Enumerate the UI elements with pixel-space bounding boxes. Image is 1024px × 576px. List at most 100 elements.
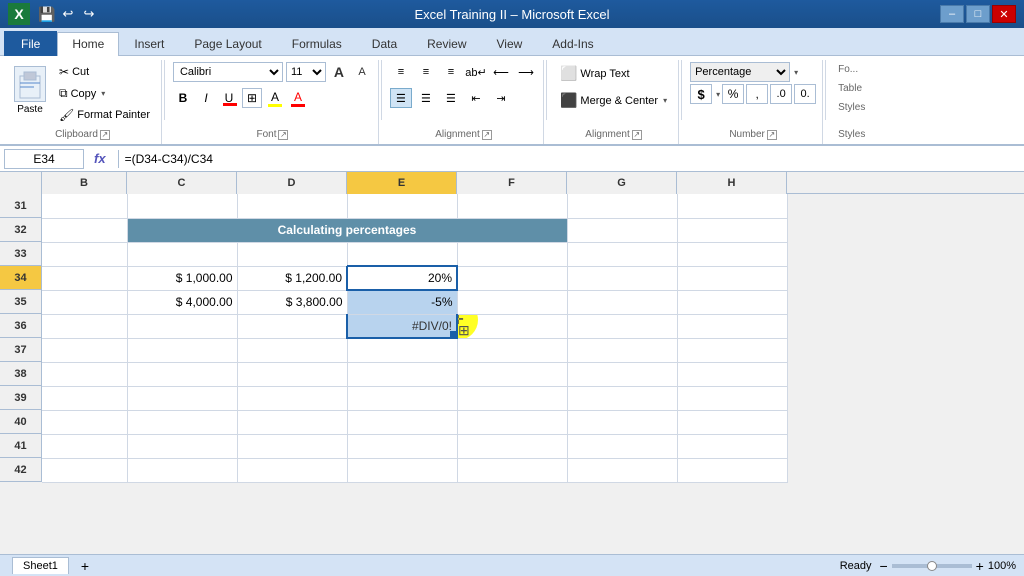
- cell-d36[interactable]: [237, 314, 347, 338]
- align-left-button[interactable]: ☰: [390, 88, 412, 108]
- cell-d37[interactable]: [237, 338, 347, 362]
- orientation-button[interactable]: ab↵: [465, 62, 487, 82]
- align-top-button[interactable]: ≡: [390, 62, 412, 82]
- cell-styles-button[interactable]: Styles: [834, 100, 869, 115]
- dollar-button[interactable]: $: [690, 84, 712, 104]
- col-header-d[interactable]: D: [237, 172, 347, 194]
- number-format-select[interactable]: Percentage General Number Currency: [690, 62, 790, 82]
- cell-d33[interactable]: [237, 242, 347, 266]
- align-bottom-button[interactable]: ≡: [440, 62, 462, 82]
- tab-formulas[interactable]: Formulas: [277, 32, 357, 55]
- cell-e33[interactable]: [347, 242, 457, 266]
- tab-insert[interactable]: Insert: [119, 32, 179, 55]
- format-as-table-button[interactable]: Table: [834, 81, 866, 96]
- cell-c41[interactable]: [127, 434, 237, 458]
- row-header-32[interactable]: 32: [0, 218, 42, 242]
- decrease-decimal-button[interactable]: 0.: [794, 84, 816, 104]
- cell-e38[interactable]: [347, 362, 457, 386]
- font-size-select[interactable]: 11: [286, 62, 326, 82]
- cell-f36[interactable]: ✛ ⊞: [457, 314, 567, 338]
- row-header-37[interactable]: 37: [0, 338, 42, 362]
- wrap-expand-icon[interactable]: ↗: [632, 130, 642, 140]
- cell-b32[interactable]: [42, 218, 127, 242]
- align-middle-button[interactable]: ≡: [415, 62, 437, 82]
- cell-b42[interactable]: [42, 458, 127, 482]
- cell-f38[interactable]: [457, 362, 567, 386]
- row-header-35[interactable]: 35: [0, 290, 42, 314]
- cell-merge-header[interactable]: Calculating percentages: [127, 218, 567, 242]
- cell-h39[interactable]: [677, 386, 787, 410]
- merge-center-button[interactable]: ⬛ Merge & Center ▾: [555, 89, 672, 112]
- autofill-handle[interactable]: [450, 331, 456, 337]
- cell-h38[interactable]: [677, 362, 787, 386]
- wrap-text-button[interactable]: ⬜ Wrap Text: [555, 62, 635, 85]
- zoom-in-button[interactable]: +: [976, 558, 984, 574]
- col-header-g[interactable]: G: [567, 172, 677, 194]
- cell-e39[interactable]: [347, 386, 457, 410]
- cell-f34[interactable]: [457, 266, 567, 290]
- tab-data[interactable]: Data: [357, 32, 412, 55]
- cell-c39[interactable]: [127, 386, 237, 410]
- row-header-41[interactable]: 41: [0, 434, 42, 458]
- cell-d31[interactable]: [237, 194, 347, 218]
- format-painter-button[interactable]: 🖌 Format Painter: [54, 105, 155, 125]
- col-header-f[interactable]: F: [457, 172, 567, 194]
- cell-d34[interactable]: $ 1,200.00: [237, 266, 347, 290]
- row-header-38[interactable]: 38: [0, 362, 42, 386]
- indent-decrease-button[interactable]: ⟵: [490, 62, 512, 82]
- cell-c38[interactable]: [127, 362, 237, 386]
- tab-home[interactable]: Home: [57, 32, 119, 56]
- increase-indent-button[interactable]: ⇥: [490, 88, 512, 108]
- tab-view[interactable]: View: [482, 32, 538, 55]
- cell-h34[interactable]: [677, 266, 787, 290]
- font-name-select[interactable]: Calibri: [173, 62, 283, 82]
- conditional-formatting-button[interactable]: Fo...: [834, 62, 862, 77]
- close-button[interactable]: ✕: [992, 5, 1016, 23]
- undo-icon[interactable]: ↩: [59, 5, 77, 23]
- cell-b37[interactable]: [42, 338, 127, 362]
- cell-h33[interactable]: [677, 242, 787, 266]
- zoom-slider[interactable]: [892, 564, 972, 568]
- redo-icon[interactable]: ↪: [80, 5, 98, 23]
- row-header-31[interactable]: 31: [0, 194, 42, 218]
- formula-input[interactable]: =(D34-C34)/C34: [125, 149, 1020, 169]
- cell-g41[interactable]: [567, 434, 677, 458]
- col-header-h[interactable]: H: [677, 172, 787, 194]
- col-header-b[interactable]: B: [42, 172, 127, 194]
- cell-h31[interactable]: [677, 194, 787, 218]
- merge-dropdown-arrow[interactable]: ▾: [663, 96, 667, 105]
- cell-c33[interactable]: [127, 242, 237, 266]
- cell-d39[interactable]: [237, 386, 347, 410]
- cell-d38[interactable]: [237, 362, 347, 386]
- cell-c35[interactable]: $ 4,000.00: [127, 290, 237, 314]
- cell-b31[interactable]: [42, 194, 127, 218]
- align-center-button[interactable]: ☰: [415, 88, 437, 108]
- maximize-button[interactable]: □: [966, 5, 990, 23]
- tab-page-layout[interactable]: Page Layout: [179, 32, 276, 55]
- cell-f33[interactable]: [457, 242, 567, 266]
- cell-e36[interactable]: #DIV/0!: [347, 314, 457, 338]
- cell-f41[interactable]: [457, 434, 567, 458]
- cell-d42[interactable]: [237, 458, 347, 482]
- cell-d40[interactable]: [237, 410, 347, 434]
- cell-e37[interactable]: [347, 338, 457, 362]
- increase-font-button[interactable]: A: [329, 62, 349, 82]
- cell-e35[interactable]: -5%: [347, 290, 457, 314]
- cell-c40[interactable]: [127, 410, 237, 434]
- quick-save-icon[interactable]: 💾: [38, 5, 56, 23]
- cell-d41[interactable]: [237, 434, 347, 458]
- cell-b41[interactable]: [42, 434, 127, 458]
- cell-g32[interactable]: [567, 218, 677, 242]
- cell-g31[interactable]: [567, 194, 677, 218]
- cell-c42[interactable]: [127, 458, 237, 482]
- cell-b35[interactable]: [42, 290, 127, 314]
- cell-h42[interactable]: [677, 458, 787, 482]
- cell-b40[interactable]: [42, 410, 127, 434]
- cell-h35[interactable]: [677, 290, 787, 314]
- cell-e42[interactable]: [347, 458, 457, 482]
- cell-g42[interactable]: [567, 458, 677, 482]
- row-header-39[interactable]: 39: [0, 386, 42, 410]
- increase-decimal-button[interactable]: .0: [770, 84, 792, 104]
- cell-g36[interactable]: [567, 314, 677, 338]
- sheet-tab-sheet1[interactable]: Sheet1: [12, 557, 69, 574]
